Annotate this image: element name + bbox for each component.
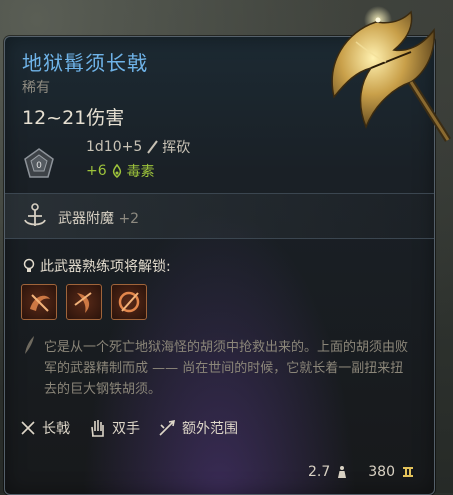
bonus-damage: +6 — [86, 163, 107, 179]
gold-coin-icon — [403, 467, 413, 477]
damage-roll: 1d10+5 — [86, 139, 143, 155]
mastery-header: 此武器熟练项将解锁: — [22, 256, 171, 276]
cleave-action-icon — [30, 294, 50, 312]
pommel-strike-action-icon — [118, 291, 140, 313]
damage-range: 12~21伤害 — [22, 107, 125, 129]
weapon-image — [331, 6, 451, 142]
action-slot-1[interactable] — [21, 284, 57, 320]
lightbulb-icon — [23, 258, 35, 272]
item-weight: 2.7 — [308, 464, 331, 480]
property-reach: 额外范围 — [158, 418, 238, 438]
item-price: 380 — [368, 464, 395, 480]
lacerate-action-icon — [74, 292, 92, 313]
weapon-enchant: 武器附魔 +2 — [58, 208, 139, 228]
mastery-label: 此武器熟练项将解锁: — [40, 259, 171, 275]
slashing-icon — [147, 140, 159, 154]
bonus-damage-row: +6 毒素 — [86, 161, 155, 181]
weapon-properties: 长戟 双手 额外范围 — [20, 418, 238, 438]
halberd-icon — [21, 421, 35, 435]
property-label: 额外范围 — [182, 421, 238, 437]
item-description: 它是从一个死亡地狱海怪的胡须中抢救出来的。上面的胡须由败军的武器精制而成 —— … — [44, 340, 409, 397]
section-divider — [5, 238, 434, 239]
property-label: 长戟 — [42, 421, 70, 437]
action-slot-2[interactable] — [66, 284, 102, 320]
action-slot-3[interactable] — [111, 284, 147, 320]
svg-text:0: 0 — [36, 161, 42, 171]
quill-icon — [25, 336, 34, 354]
poison-icon — [112, 164, 121, 178]
d10-die-icon: 0 — [24, 148, 54, 178]
item-footer: 2.7 380 — [308, 464, 415, 480]
damage-type: 挥砍 — [162, 140, 191, 156]
reach-icon — [159, 419, 176, 436]
hand-icon — [91, 420, 104, 437]
weight-icon — [338, 466, 347, 478]
enchant-value: +2 — [118, 211, 140, 227]
damage-roll-row: 1d10+5 挥砍 — [86, 137, 190, 157]
item-name: 地狱髯须长戟 — [22, 51, 148, 75]
item-rarity: 稀有 — [22, 80, 50, 96]
property-halberd: 长戟 — [20, 418, 70, 438]
bonus-damage-type: 毒素 — [126, 164, 155, 180]
enchant-label: 武器附魔 — [58, 211, 114, 227]
anchor-enchant-icon — [24, 203, 46, 226]
property-label: 双手 — [112, 421, 140, 437]
property-two-handed: 双手 — [88, 418, 140, 438]
